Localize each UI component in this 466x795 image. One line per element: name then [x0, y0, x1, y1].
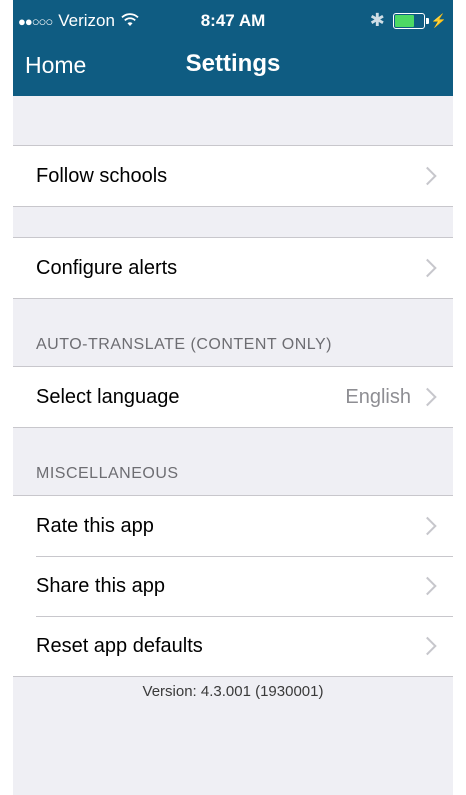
rate-app-row[interactable]: Rate this app	[13, 496, 453, 556]
alerts-group: Configure alerts	[13, 237, 453, 299]
settings-list: Follow schools Configure alerts AUTO-TRA…	[13, 96, 453, 700]
row-label: Select language	[36, 385, 180, 408]
battery-nub	[425, 17, 429, 24]
miscellaneous-header: MISCELLANEOUS	[36, 465, 179, 482]
chevron-right-icon	[418, 636, 437, 656]
version-text: Version: 4.3.001 (1930001)	[142, 683, 324, 700]
row-label: Reset app defaults	[36, 634, 203, 657]
chevron-right-icon	[418, 516, 437, 536]
reset-defaults-row[interactable]: Reset app defaults	[13, 616, 453, 676]
follow-schools-row[interactable]: Follow schools	[13, 146, 453, 206]
chevron-right-icon	[418, 576, 437, 596]
phone-screen: ●●○○○ Verizon 8:47 AM ✱ ⚡ Home Settings	[13, 0, 453, 795]
page-title: Settings	[185, 50, 281, 77]
row-label: Rate this app	[36, 514, 154, 537]
row-label: Share this app	[36, 574, 165, 597]
follow-group: Follow schools	[13, 145, 453, 207]
misc-group: Rate this app Share this app Reset app d…	[13, 495, 453, 677]
status-right: ✱ ⚡	[370, 10, 447, 31]
battery-level	[394, 14, 415, 27]
selected-language-value: English	[345, 385, 411, 408]
chevron-right-icon	[418, 387, 437, 407]
navigation-bar: ●●○○○ Verizon 8:47 AM ✱ ⚡ Home Settings	[13, 0, 453, 96]
charging-icon: ⚡	[430, 12, 447, 28]
bluetooth-icon: ✱	[369, 10, 385, 30]
select-language-row[interactable]: Select language English	[13, 367, 453, 427]
configure-alerts-row[interactable]: Configure alerts	[13, 238, 453, 298]
share-app-row[interactable]: Share this app	[13, 556, 453, 616]
auto-translate-header: AUTO-TRANSLATE (CONTENT ONLY)	[36, 336, 333, 353]
status-bar: ●●○○○ Verizon 8:47 AM ✱ ⚡	[13, 0, 453, 40]
chevron-right-icon	[418, 166, 437, 186]
row-label: Configure alerts	[36, 256, 178, 279]
chevron-right-icon	[418, 258, 437, 278]
translate-group: Select language English	[13, 366, 453, 428]
battery-icon	[392, 12, 429, 29]
row-label: Follow schools	[36, 164, 168, 187]
